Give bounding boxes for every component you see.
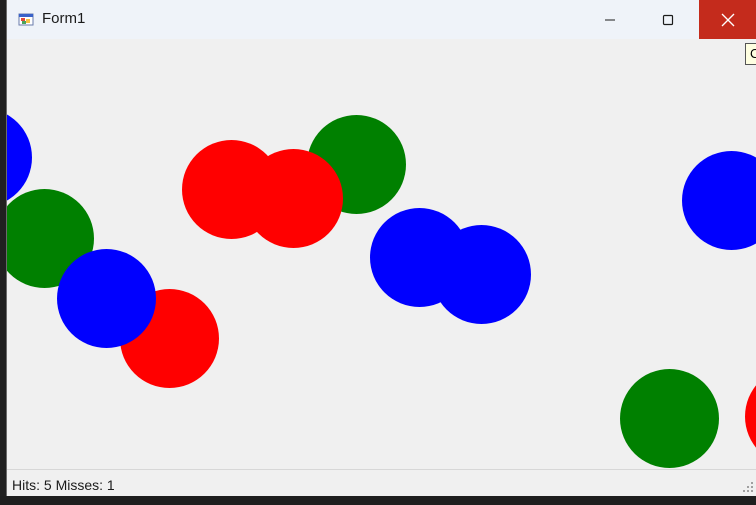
maximize-icon [662, 14, 674, 25]
tooltip: C [745, 43, 756, 65]
form-window: Form1 Hits: 5 Misses: 1 [6, 0, 756, 496]
target-circle-red[interactable] [244, 149, 343, 248]
window-title: Form1 [42, 10, 86, 27]
minimize-icon [605, 19, 615, 20]
resize-grip-icon[interactable] [742, 481, 754, 493]
taskbar-edge [0, 496, 756, 505]
target-circle-red[interactable] [745, 367, 756, 466]
target-circle-blue[interactable] [432, 225, 531, 324]
status-bar: Hits: 5 Misses: 1 [7, 469, 756, 496]
maximize-button[interactable] [645, 0, 691, 39]
minimize-button[interactable] [587, 0, 633, 39]
game-canvas[interactable] [7, 39, 756, 469]
title-bar[interactable]: Form1 [7, 0, 756, 39]
target-circle-blue[interactable] [57, 249, 156, 348]
target-circle-green[interactable] [620, 369, 719, 468]
target-circle-blue[interactable] [682, 151, 756, 250]
close-button[interactable] [699, 0, 756, 39]
close-icon [721, 13, 735, 26]
score-label: Hits: 5 Misses: 1 [12, 477, 115, 493]
app-icon [18, 13, 34, 26]
